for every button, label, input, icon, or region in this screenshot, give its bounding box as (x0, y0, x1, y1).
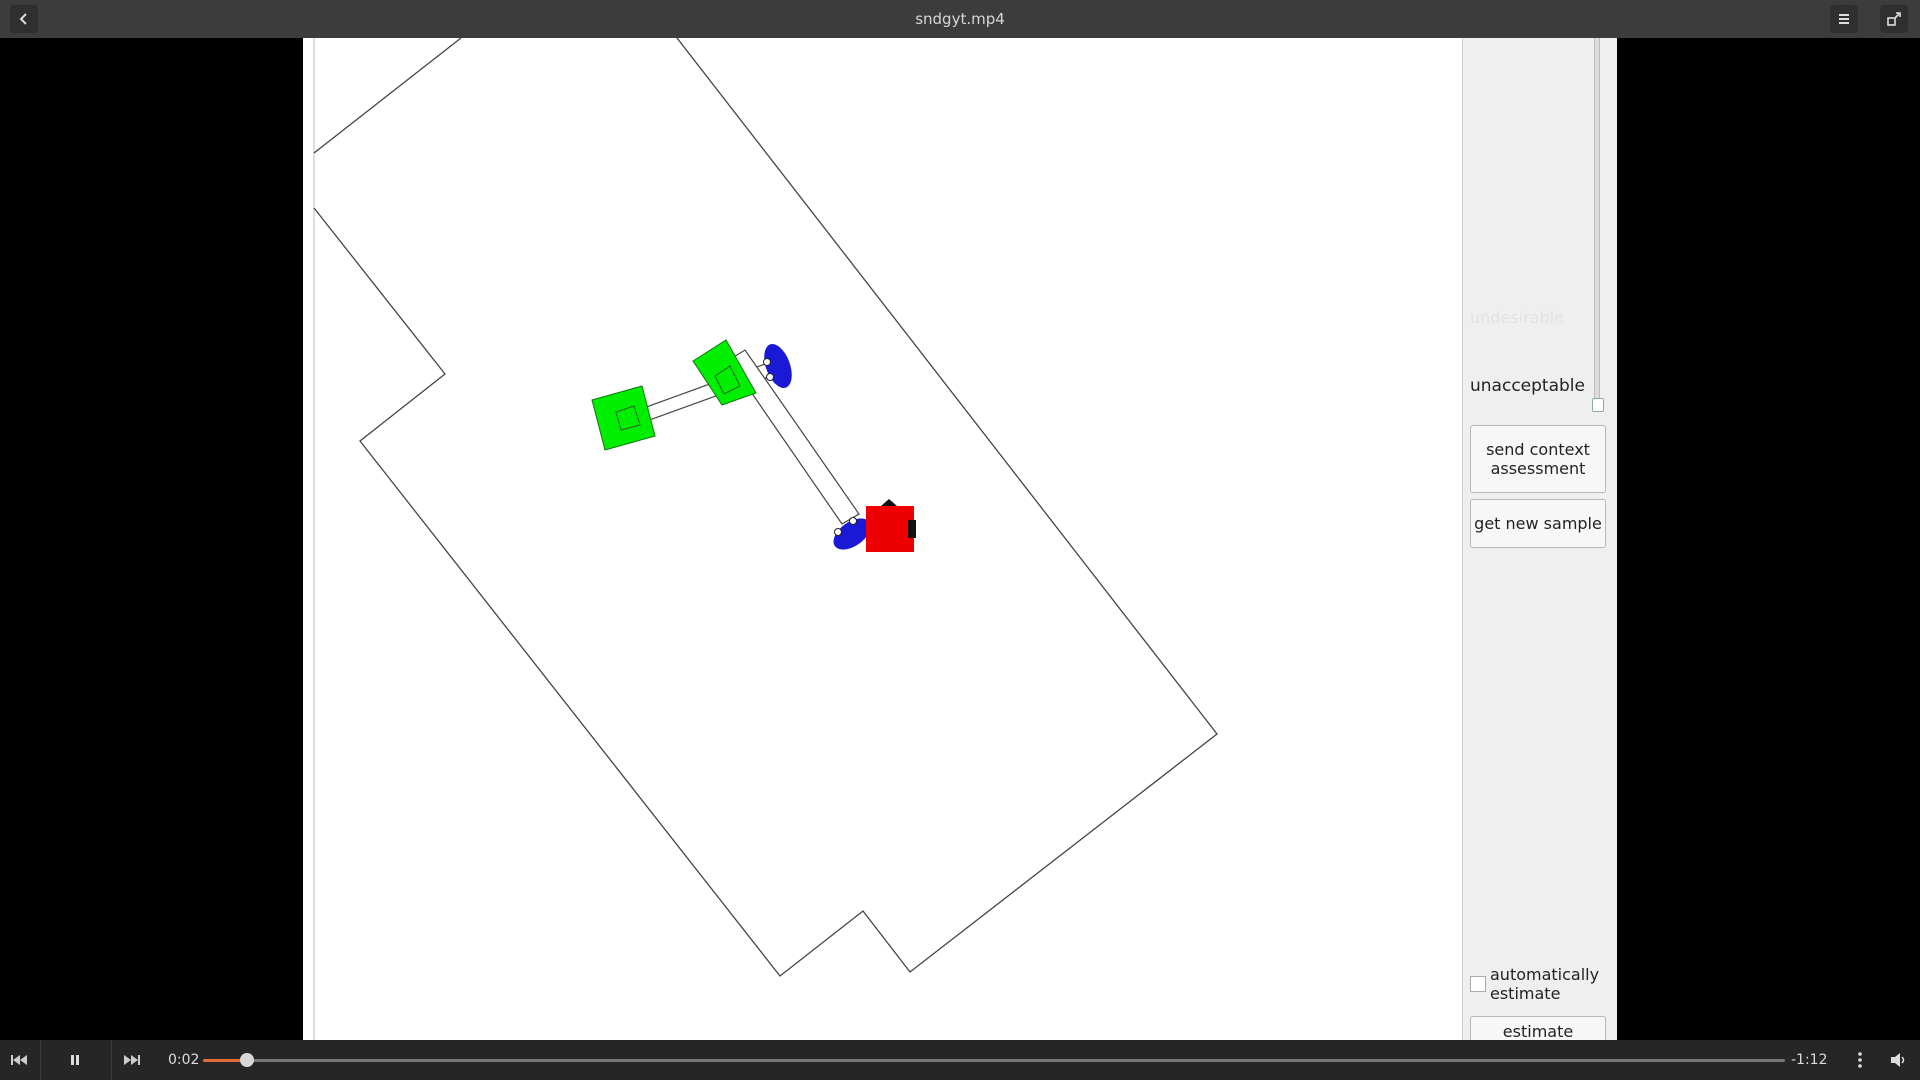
back-button[interactable] (10, 5, 38, 33)
faded-scale-label: undesirable (1470, 308, 1564, 327)
volume-icon (1891, 1053, 1905, 1067)
title-bar: sndgyt.mp4 (0, 0, 1920, 38)
elapsed-time: 0:02 (168, 1052, 200, 1068)
menu-button[interactable] (1830, 5, 1858, 33)
window-title: sndgyt.mp4 (915, 10, 1005, 28)
get-new-sample-button[interactable]: get new sample (1470, 499, 1606, 548)
remaining-time: -1:12 (1791, 1052, 1828, 1068)
more-options-button[interactable] (1848, 1040, 1872, 1080)
separator (111, 1040, 112, 1080)
player-controls: 0:02 -1:12 (0, 1040, 1920, 1080)
room-outline (313, 38, 1218, 977)
skip-previous-icon (11, 1055, 27, 1065)
person-robot-link (728, 349, 860, 525)
seek-handle[interactable] (240, 1053, 255, 1067)
object-square-left (591, 385, 656, 451)
previous-button[interactable] (0, 1040, 38, 1080)
send-context-assessment-button[interactable]: send context assessment (1470, 425, 1606, 493)
unfullscreen-icon (1887, 12, 1901, 26)
assessment-slider-track[interactable] (1594, 38, 1600, 411)
scene-canvas (313, 38, 1218, 1040)
assessment-slider-handle[interactable] (1592, 398, 1604, 412)
seek-bar[interactable] (203, 1059, 1785, 1062)
volume-button[interactable] (1886, 1040, 1912, 1080)
unacceptable-label: unacceptable (1470, 376, 1585, 396)
restore-button[interactable] (1880, 5, 1908, 33)
pause-button[interactable] (56, 1040, 94, 1080)
chevron-left-icon (19, 13, 27, 25)
separator (40, 1040, 41, 1080)
estimate-button[interactable]: estimate (1470, 1016, 1606, 1040)
auto-estimate-label: automatically estimate (1490, 965, 1600, 1003)
room-outline-upper (313, 38, 462, 154)
auto-estimate-checkbox[interactable] (1470, 976, 1486, 992)
video-frame[interactable]: undesirable unacceptable send context as… (303, 38, 1617, 1040)
hamburger-menu-icon (1839, 14, 1849, 24)
more-vertical-icon (1858, 1052, 1862, 1068)
skip-next-icon (124, 1055, 140, 1065)
robot (866, 499, 916, 552)
pause-icon (71, 1055, 79, 1065)
next-button[interactable] (113, 1040, 151, 1080)
